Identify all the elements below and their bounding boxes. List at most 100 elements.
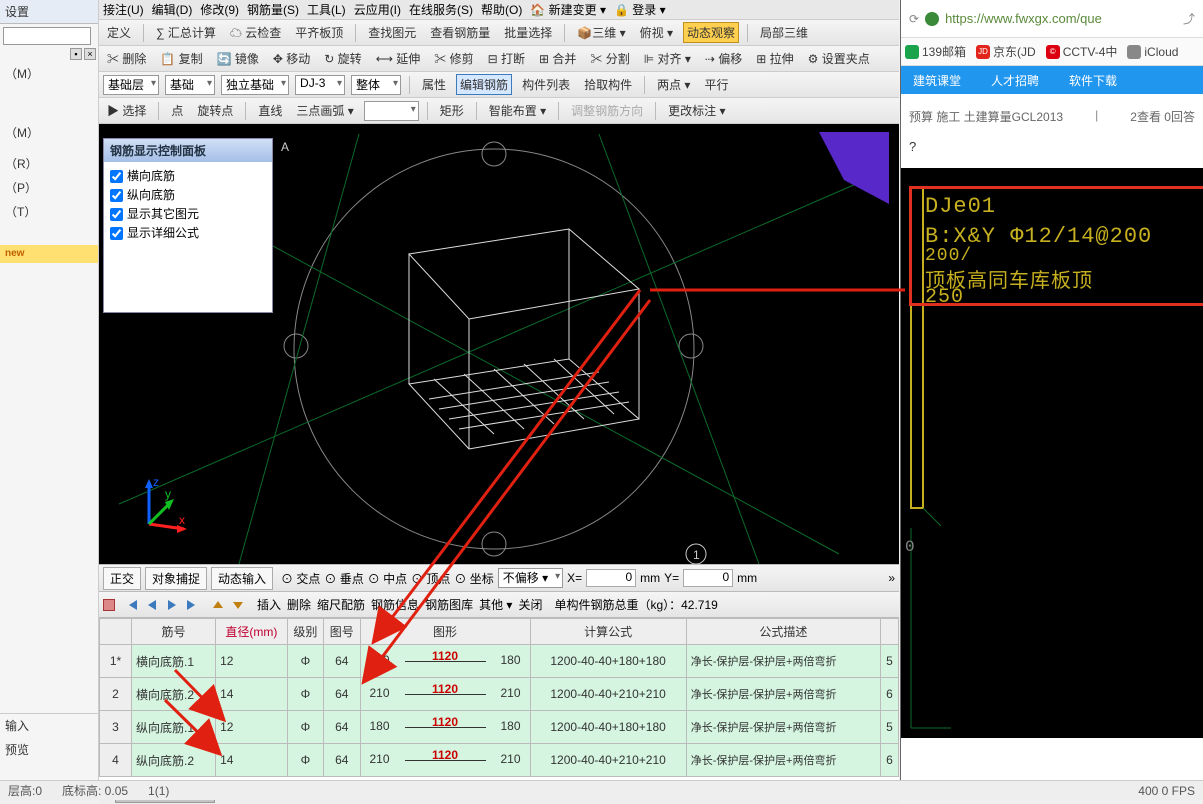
menu-item[interactable]: 修改(9) — [200, 1, 239, 18]
menu-item[interactable]: 工具(L) — [307, 1, 346, 18]
menu-item[interactable]: 在线服务(S) — [409, 1, 473, 18]
left-row[interactable] — [0, 224, 98, 231]
left-row[interactable] — [0, 231, 98, 238]
left-row[interactable]: （P） — [0, 176, 98, 200]
tb1-btn[interactable]: ☁ 云检查 — [226, 22, 285, 43]
tb4-btn[interactable]: 点 — [167, 100, 187, 121]
tb4-btn[interactable]: 旋转点 — [193, 100, 237, 121]
tb4-btn2[interactable]: 矩形 — [436, 100, 468, 121]
grid-tb-btn[interactable]: 钢筋图库 — [425, 596, 473, 613]
left-row[interactable] — [0, 263, 98, 270]
nav-last-icon[interactable] — [185, 598, 199, 612]
grid-header[interactable]: 直径(mm) — [216, 619, 288, 645]
tb1-btn[interactable]: 俯视 ▾ — [636, 22, 677, 43]
bookmark[interactable]: iCloud — [1127, 45, 1178, 59]
tb4-btn2[interactable]: 智能布置 ▾ — [485, 100, 550, 121]
share-icon[interactable]: ⤴ — [1183, 10, 1195, 27]
left-row[interactable] — [0, 93, 98, 100]
grid-header[interactable] — [881, 619, 899, 645]
tb2-btn[interactable]: ⊞ 拉伸 — [752, 48, 797, 69]
tb2-btn[interactable]: ✂ 分割 — [586, 48, 633, 69]
table-row[interactable]: 1*横向底筋.112Φ6418011201801200-40-40+180+18… — [100, 645, 899, 678]
rebar-grid[interactable]: 筋号直径(mm)级别图号图形计算公式公式描述1*横向底筋.112Φ6418011… — [99, 618, 899, 788]
tb3-right-btn[interactable]: 平行 — [700, 74, 732, 95]
table-row[interactable]: 2横向底筋.214Φ6421011202101200-40-40+210+210… — [100, 678, 899, 711]
left-row[interactable]: （M） — [0, 62, 98, 86]
left-row[interactable] — [0, 107, 98, 114]
drawing-canvas[interactable]: 钢筋显示控制面板 横向底筋纵向底筋显示其它图元显示详细公式 A 1 — [99, 124, 899, 564]
layer-dropdown[interactable]: 基础层 — [103, 75, 159, 95]
snap-toggle[interactable]: 动态输入 — [211, 567, 273, 590]
offset-dropdown[interactable]: 不偏移 ▾ — [498, 568, 563, 588]
coord-yv[interactable]: 0 — [683, 569, 733, 587]
layer-dropdown[interactable]: DJ-3 — [295, 75, 345, 95]
grid-header[interactable]: 图形 — [360, 619, 530, 645]
tb3-btn[interactable]: 属性 — [418, 74, 450, 95]
grid-tb-btn[interactable]: 钢筋信息 — [371, 596, 419, 613]
tb4-btn2[interactable]: 调整钢筋方向 — [567, 100, 647, 121]
snap-mode[interactable]: ⊙ 交点 — [281, 570, 320, 587]
tb1-btn[interactable]: 平齐板顶 — [291, 22, 347, 43]
grid-tb-btn[interactable]: 关闭 — [518, 596, 542, 613]
display-checkbox[interactable]: 纵向底筋 — [108, 185, 268, 204]
left-row[interactable]: （M） — [0, 121, 98, 145]
tb2-btn[interactable]: ⊫ 对齐 ▾ — [640, 48, 695, 69]
nav-tab[interactable]: 软件下载 — [1069, 72, 1117, 89]
left-row[interactable]: new — [0, 245, 98, 263]
grid-header[interactable]: 筋号 — [132, 619, 216, 645]
expand-icon[interactable]: » — [888, 571, 895, 585]
tb2-btn[interactable]: ⊟ 打断 — [484, 48, 529, 69]
down-icon[interactable] — [231, 598, 245, 612]
grid-tb-btn[interactable]: 其他 ▾ — [479, 596, 512, 613]
bookmark[interactable]: 139邮箱 — [905, 43, 966, 60]
menu-item[interactable]: 帮助(O) — [481, 1, 522, 18]
snap-mode[interactable]: ⊙ 顶点 — [411, 570, 450, 587]
nav-tab[interactable]: 建筑课堂 — [913, 72, 961, 89]
tb3-btn[interactable]: 构件列表 — [518, 74, 574, 95]
close-icon[interactable]: × — [84, 48, 96, 60]
url-text[interactable]: https://www.fwxgx.com/que — [945, 11, 1102, 26]
display-checkbox[interactable]: 显示其它图元 — [108, 204, 268, 223]
grid-header[interactable] — [100, 619, 132, 645]
tb3-btn[interactable]: 编辑钢筋 — [456, 74, 512, 95]
bookmark[interactable]: JD京东(JD — [976, 43, 1036, 60]
layer-dropdown[interactable]: 基础 — [165, 75, 215, 95]
tb3-right-btn[interactable]: 两点 ▾ — [653, 74, 694, 95]
menu-item[interactable]: 编辑(D) — [152, 1, 193, 18]
tb4-btn[interactable]: 直线 — [254, 100, 286, 121]
tb2-btn[interactable]: 📋 复制 — [156, 48, 206, 69]
tb2-btn[interactable]: ✂ 删除 — [103, 48, 150, 69]
menu-item[interactable]: 钢筋量(S) — [247, 1, 299, 18]
tb1-btn[interactable]: 📦三维 ▾ — [573, 22, 629, 43]
reload-icon[interactable]: ⟳ — [909, 12, 919, 26]
left-row[interactable] — [0, 145, 98, 152]
tb3-btn[interactable]: 拾取构件 — [580, 74, 636, 95]
tb1-btn[interactable]: ∑ 汇总计算 — [152, 22, 220, 43]
left-input[interactable] — [3, 27, 91, 45]
display-checkbox[interactable]: 显示详细公式 — [108, 223, 268, 242]
tb4-btn2[interactable]: 更改标注 ▾ — [664, 100, 729, 121]
close-grid-icon[interactable] — [103, 599, 115, 611]
nav-next-icon[interactable] — [165, 598, 179, 612]
nav-prev-icon[interactable] — [145, 598, 159, 612]
tb1-btn[interactable]: 查看钢筋量 — [426, 22, 494, 43]
snap-mode[interactable]: ⊙ 坐标 — [454, 570, 493, 587]
grid-header[interactable]: 计算公式 — [530, 619, 686, 645]
tb2-btn[interactable]: ⟷ 延伸 — [372, 48, 425, 69]
tb2-btn[interactable]: ⚙ 设置夹点 — [804, 48, 874, 69]
table-row[interactable]: 3纵向底筋.112Φ6418011201801200-40-40+180+180… — [100, 711, 899, 744]
layer-dropdown[interactable]: 整体 — [351, 75, 401, 95]
menu-item[interactable]: 🔒 登录 ▾ — [614, 1, 666, 18]
tb1-btn[interactable]: 定义 — [103, 22, 135, 43]
menu-item[interactable]: 接注(U) — [103, 1, 144, 18]
grid-header[interactable]: 图号 — [324, 619, 360, 645]
tb4-btn[interactable]: ▶ 选择 — [103, 100, 150, 121]
left-row[interactable] — [0, 114, 98, 121]
tb2-btn[interactable]: ↻ 旋转 — [320, 48, 365, 69]
tb2-btn[interactable]: ✥ 移动 — [269, 48, 314, 69]
tb2-btn[interactable]: ✂ 修剪 — [430, 48, 477, 69]
tb2-btn[interactable]: ⊞ 合并 — [535, 48, 580, 69]
tb4-dropdown[interactable] — [364, 101, 419, 121]
grid-header[interactable]: 公式描述 — [686, 619, 880, 645]
nav-tab[interactable]: 人才招聘 — [991, 72, 1039, 89]
